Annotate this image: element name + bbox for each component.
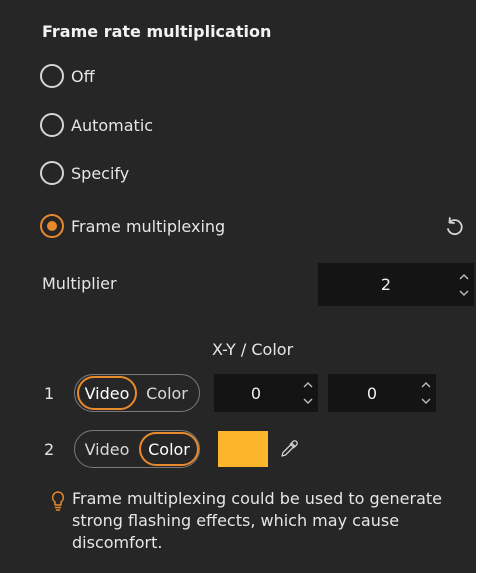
chevron-up-icon[interactable] bbox=[298, 379, 318, 391]
row-1-video-option[interactable]: Video bbox=[77, 376, 137, 410]
multiplier-label: Multiplier bbox=[42, 274, 117, 293]
chevron-down-icon[interactable] bbox=[416, 395, 436, 407]
frame-rate-panel: Frame rate multiplication Off Automatic … bbox=[0, 0, 476, 573]
row-1-y-arrows bbox=[416, 374, 436, 412]
row-1-y-stepper[interactable]: 0 bbox=[328, 374, 436, 412]
radio-off[interactable]: Off bbox=[40, 63, 95, 89]
row-1-color-option[interactable]: Color bbox=[137, 376, 197, 410]
multiplier-stepper[interactable]: 2 bbox=[318, 263, 474, 306]
row-1-index: 1 bbox=[44, 384, 55, 403]
row-2-mode-toggle[interactable]: Video Color bbox=[74, 430, 200, 468]
multiplier-arrows bbox=[454, 263, 474, 306]
radio-specify-label: Specify bbox=[71, 163, 130, 183]
row-1-x-arrows bbox=[298, 374, 318, 412]
radio-off-label: Off bbox=[71, 66, 95, 86]
chevron-down-icon[interactable] bbox=[454, 287, 474, 299]
radio-frame-multiplexing[interactable]: Frame multiplexing bbox=[40, 213, 225, 239]
radio-frame-multiplexing-indicator[interactable] bbox=[40, 214, 64, 238]
row-2-index: 2 bbox=[44, 440, 55, 459]
radio-frame-multiplexing-label: Frame multiplexing bbox=[71, 216, 226, 236]
radio-specify-indicator[interactable] bbox=[40, 161, 64, 185]
row-1-x-value[interactable]: 0 bbox=[214, 384, 298, 403]
chevron-up-icon[interactable] bbox=[416, 379, 436, 391]
row-1-x-stepper[interactable]: 0 bbox=[214, 374, 318, 412]
lightbulb-icon bbox=[50, 490, 66, 512]
multiplier-value[interactable]: 2 bbox=[318, 275, 454, 294]
row-2-color-option[interactable]: Color bbox=[139, 432, 199, 466]
radio-specify[interactable]: Specify bbox=[40, 160, 129, 186]
row-1-y-value[interactable]: 0 bbox=[328, 384, 416, 403]
chevron-up-icon[interactable] bbox=[454, 271, 474, 283]
warning-tip-text: Frame multiplexing could be used to gene… bbox=[72, 489, 442, 552]
radio-automatic[interactable]: Automatic bbox=[40, 112, 153, 138]
section-title: Frame rate multiplication bbox=[42, 22, 272, 41]
color-swatch[interactable] bbox=[218, 431, 268, 467]
eyedropper-icon[interactable] bbox=[274, 431, 304, 467]
radio-automatic-indicator[interactable] bbox=[40, 113, 64, 137]
chevron-down-icon[interactable] bbox=[298, 395, 318, 407]
row-2-video-option[interactable]: Video bbox=[75, 432, 139, 466]
row-1-mode-toggle[interactable]: Video Color bbox=[74, 374, 200, 412]
reset-icon[interactable] bbox=[442, 215, 466, 239]
radio-off-indicator[interactable] bbox=[40, 64, 64, 88]
column-header: X-Y / Color bbox=[212, 340, 294, 359]
radio-automatic-label: Automatic bbox=[71, 115, 154, 135]
